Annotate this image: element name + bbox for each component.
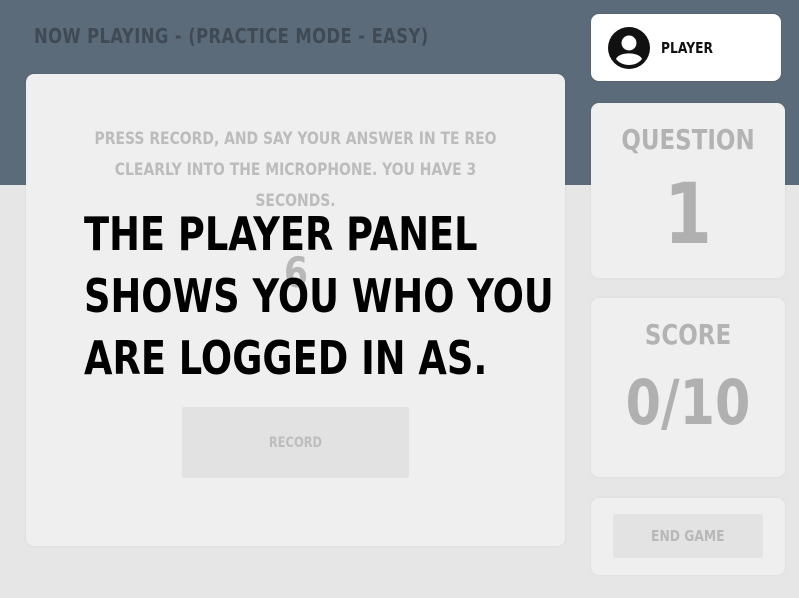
score-panel: SCORE 0/10	[591, 298, 785, 477]
question-title: QUESTION	[621, 123, 755, 156]
now-playing-title: NOW PLAYING - (PRACTICE MODE - EASY)	[34, 24, 429, 48]
record-button[interactable]: RECORD	[182, 407, 409, 478]
player-panel: PLAYER	[591, 14, 781, 81]
account-circle-icon	[608, 27, 650, 69]
score-title: SCORE	[644, 318, 732, 351]
instructions-text: PRESS RECORD, AND SAY YOUR ANSWER IN TE …	[94, 129, 497, 211]
end-game-label: END GAME	[651, 527, 725, 545]
score-value: 0/10	[625, 366, 751, 439]
player-name: PLAYER	[661, 39, 713, 57]
countdown-timer: 6	[284, 248, 308, 297]
question-number: 1	[664, 165, 712, 263]
record-button-label: RECORD	[268, 434, 323, 451]
end-game-panel: END GAME	[591, 498, 785, 575]
game-screen: NOW PLAYING - (PRACTICE MODE - EASY) PRE…	[0, 0, 799, 598]
end-game-button[interactable]: END GAME	[613, 514, 763, 558]
question-panel: QUESTION 1	[591, 103, 785, 278]
